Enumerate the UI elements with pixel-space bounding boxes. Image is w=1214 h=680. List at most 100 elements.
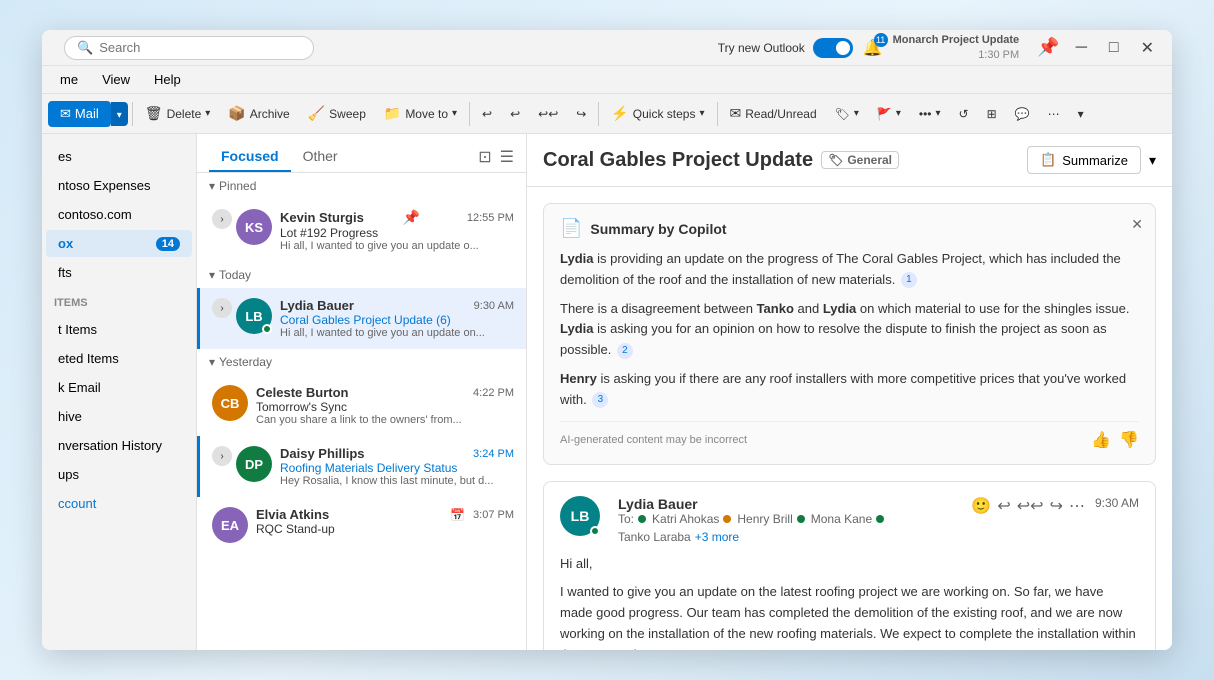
reply-all-msg-button[interactable]: ↩↩ <box>1017 496 1044 516</box>
more-toolbar-button[interactable]: ⋯ <box>1040 103 1068 125</box>
more-options-button[interactable]: ••• ▾ <box>911 103 949 125</box>
section-pinned[interactable]: ▾ Pinned <box>197 173 526 199</box>
msg-time: 9:30 AM <box>1095 496 1139 510</box>
email-item-lydia[interactable]: › LB Lydia Bauer 9:30 AM Coral Gables Pr… <box>197 288 526 349</box>
sort-icon[interactable]: ☰ <box>500 147 514 167</box>
toolbar-separator-4 <box>717 102 718 126</box>
recipient-henry: Henry Brill <box>737 512 792 526</box>
email-item-elvia[interactable]: EA Elvia Atkins 📅 3:07 PM RQC Stand-up <box>197 497 526 553</box>
citation-2: 2 <box>617 343 633 359</box>
sidebar-item-k-email[interactable]: k Email <box>46 374 192 401</box>
notification-pin-icon[interactable]: 📌 <box>1037 37 1059 58</box>
minimize-button[interactable]: ─ <box>1070 37 1093 59</box>
filter-icon[interactable]: ⊡ <box>478 147 491 167</box>
search-box[interactable]: 🔍 <box>64 36 314 60</box>
grid-button[interactable]: ⊞ <box>979 103 1005 125</box>
copilot-icon: 📄 <box>560 218 582 239</box>
sidebar-item-t-items[interactable]: t Items <box>46 316 192 343</box>
thumbs-down-button[interactable]: 👎 <box>1119 430 1139 450</box>
thumbs-up-button[interactable]: 👍 <box>1091 430 1111 450</box>
archive-button[interactable]: 📦 Archive <box>220 101 297 126</box>
menu-item-me[interactable]: me <box>50 69 88 90</box>
forward-msg-button[interactable]: ↪ <box>1050 496 1063 516</box>
toolbar-separator-3 <box>598 102 599 126</box>
read-unread-button[interactable]: ✉ Read/Unread <box>722 101 825 126</box>
reply-all-button[interactable]: ↩↩ <box>530 103 566 125</box>
email-item-daisy[interactable]: › DP Daisy Phillips 3:24 PM Roofing Mate… <box>197 436 526 497</box>
sweep-button[interactable]: 🧹 Sweep <box>300 101 374 126</box>
email-content-kevin: Kevin Sturgis 📌 12:55 PM Lot #192 Progre… <box>280 209 514 252</box>
try-new-outlook-toggle[interactable] <box>813 38 853 58</box>
email-tag-badge[interactable]: 🏷 General <box>821 151 899 169</box>
flag-button[interactable]: 🚩 ▾ <box>869 103 909 125</box>
expand-thread-button[interactable]: › <box>212 298 232 318</box>
quick-steps-button[interactable]: ⚡ Quick steps ▾ <box>603 101 712 126</box>
sidebar-item-es[interactable]: es <box>46 143 192 170</box>
sender-online-indicator <box>590 526 600 536</box>
quick-steps-icon: ⚡ <box>611 105 628 122</box>
sidebar-item-archive[interactable]: hive <box>46 403 192 430</box>
tab-focused[interactable]: Focused <box>209 142 291 172</box>
tab-other[interactable]: Other <box>291 142 350 172</box>
chevron-down-icon: ▾ <box>117 110 122 121</box>
forward-button[interactable]: ↪ <box>568 103 594 125</box>
sidebar-item-inbox[interactable]: ox 14 <box>46 230 192 257</box>
email-item-celeste[interactable]: CB Celeste Burton 4:22 PM Tomorrow's Syn… <box>197 375 526 436</box>
close-button[interactable]: ✕ <box>1135 36 1160 60</box>
online-indicator <box>262 324 272 334</box>
delete-button[interactable]: 🗑 Delete ▾ <box>137 101 219 126</box>
reading-pane: Coral Gables Project Update 🏷 General 📋 … <box>527 134 1172 650</box>
sidebar-item-expenses[interactable]: ntoso Expenses <box>46 172 192 199</box>
emoji-button[interactable]: 🙂 <box>971 496 991 516</box>
menu-item-help[interactable]: Help <box>144 69 191 90</box>
sidebar-item-groups[interactable]: ups <box>46 461 192 488</box>
to-label: To: <box>618 512 634 526</box>
quick-steps-label: Quick steps <box>633 107 696 121</box>
section-today[interactable]: ▾ Today <box>197 262 526 288</box>
expand-thread-button[interactable]: › <box>212 209 232 229</box>
pinned-label: Pinned <box>219 179 256 193</box>
expand-toolbar-button[interactable]: ▾ <box>1070 103 1092 125</box>
recipient-dot-mona <box>797 515 805 523</box>
email-item-kevin[interactable]: › KS Kevin Sturgis 📌 12:55 PM Lot #192 P… <box>197 199 526 262</box>
expand-thread-button[interactable]: › <box>212 446 232 466</box>
citation-1: 1 <box>901 272 917 288</box>
more-msg-button[interactable]: ⋯ <box>1069 496 1085 516</box>
new-mail-dropdown-button[interactable]: ▾ <box>111 102 128 126</box>
search-input[interactable] <box>99 40 299 55</box>
notification-title: Monarch Project Update <box>893 33 1020 47</box>
more-recipients-link[interactable]: +3 more <box>695 530 739 544</box>
copilot-title: Summary by Copilot <box>590 221 726 237</box>
sidebar-item-contoso[interactable]: contoso.com <box>46 201 192 228</box>
sidebar-item-deleted[interactable]: eted Items <box>46 345 192 372</box>
email-greeting: Hi all, <box>560 554 1139 575</box>
email-message: LB Lydia Bauer To: Katri Ahokas Henry Br… <box>543 481 1156 650</box>
undo-button[interactable]: ↩ <box>474 103 500 125</box>
maximize-button[interactable]: □ <box>1103 37 1125 59</box>
new-mail-button[interactable]: ✉ Mail <box>48 101 111 127</box>
email-subject: Roofing Materials Delivery Status <box>280 461 514 475</box>
close-copilot-button[interactable]: ✕ <box>1131 216 1143 233</box>
chat-button[interactable]: 💬 <box>1007 103 1038 125</box>
collapse-yesterday-icon: ▾ <box>209 355 215 369</box>
tag-label: General <box>847 153 892 167</box>
sidebar-item-account[interactable]: ccount <box>46 490 192 517</box>
tag-button[interactable]: 🏷 ▾ <box>827 103 867 125</box>
tag-icon: 🏷 <box>835 107 850 121</box>
menu-item-view[interactable]: View <box>92 69 140 90</box>
expand-chevron-icon[interactable]: ▾ <box>1149 152 1156 169</box>
email-preview: Can you share a link to the owners' from… <box>256 414 514 426</box>
sidebar-item-label: ups <box>58 467 79 482</box>
section-yesterday[interactable]: ▾ Yesterday <box>197 349 526 375</box>
email-subject: Tomorrow's Sync <box>256 400 514 414</box>
email-time: 12:55 PM <box>467 212 514 224</box>
sidebar-item-fts[interactable]: fts <box>46 259 192 286</box>
reply-msg-button[interactable]: ↩ <box>997 496 1010 516</box>
summarize-button[interactable]: 📋 Summarize <box>1027 146 1141 174</box>
undo2-button[interactable]: ↺ <box>951 103 977 125</box>
reply-button[interactable]: ↩ <box>502 103 528 125</box>
sidebar-item-label: k Email <box>58 380 101 395</box>
move-to-button[interactable]: 📁 Move to ▾ <box>376 101 465 126</box>
sidebar-item-conv-history[interactable]: nversation History <box>46 432 192 459</box>
sidebar-item-label: ccount <box>58 496 96 511</box>
